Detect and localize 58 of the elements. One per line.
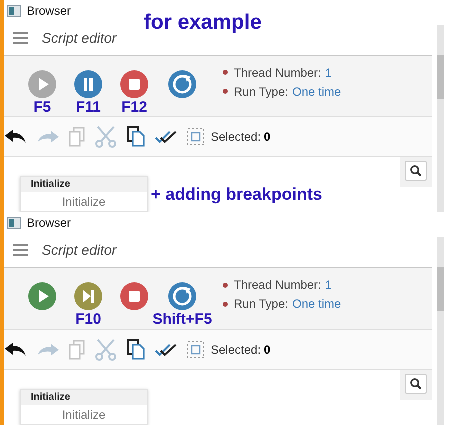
pause-button[interactable] [74, 70, 103, 99]
shortcut-annotation: F5 [34, 98, 52, 116]
selected-count: 0 [264, 130, 271, 144]
copy-icon[interactable] [127, 339, 145, 360]
menu-icon[interactable] [13, 32, 28, 44]
bullet-icon [223, 302, 228, 306]
node-card[interactable]: Initialize Initialize [20, 389, 148, 425]
selection-icon[interactable] [187, 340, 205, 358]
window-title: Browser [27, 216, 72, 230]
copy-icon[interactable] [127, 126, 145, 148]
selected-label: Selected: [211, 130, 262, 144]
window-title: Browser [27, 4, 72, 18]
search-icon [410, 165, 422, 177]
window-icon [7, 216, 21, 228]
stop-button[interactable] [120, 282, 149, 311]
scrollbar[interactable] [437, 25, 444, 212]
info-value: One time [292, 84, 342, 99]
selected-label: Selected: [211, 342, 262, 356]
search-button[interactable] [405, 161, 427, 181]
info-value: One time [292, 297, 342, 311]
info-label: Run Type: [234, 297, 288, 311]
node-label: Initialize [61, 194, 107, 211]
shortcut-annotation: F10 [76, 311, 102, 328]
info-value: 1 [325, 66, 332, 80]
shortcut-annotation: Shift+F5 [152, 311, 212, 328]
selection-icon[interactable] [187, 128, 205, 146]
double-check-icon[interactable] [155, 342, 177, 356]
info-label: Thread Number: [234, 66, 322, 80]
bullet-icon [223, 70, 228, 76]
menu-icon[interactable] [13, 244, 28, 256]
undo-icon[interactable] [5, 342, 27, 358]
node-label: Initialize [61, 407, 107, 424]
selected-count: 0 [264, 342, 271, 356]
double-check-icon[interactable] [155, 130, 177, 144]
header-title: Script editor [42, 242, 117, 258]
bullet-icon [223, 89, 228, 94]
bullet-icon [223, 282, 228, 288]
info-label: Run Type: [234, 84, 288, 99]
search-button[interactable] [405, 374, 427, 394]
step-button[interactable] [74, 282, 103, 311]
shortcut-annotation: F11 [76, 98, 102, 116]
node-header: Initialize [21, 390, 147, 405]
play-button[interactable] [28, 282, 57, 311]
undo-icon[interactable] [5, 128, 27, 145]
refresh-button[interactable] [168, 70, 197, 99]
node-header: Initialize [21, 177, 147, 192]
scrollbar[interactable] [437, 237, 444, 425]
stop-button[interactable] [120, 70, 149, 99]
annotation: + adding breakpoints [151, 185, 322, 205]
window-icon [7, 4, 21, 16]
node-card[interactable]: Initialize Initialize [20, 176, 148, 212]
info-value: 1 [325, 278, 332, 292]
info-label: Thread Number: [234, 278, 322, 292]
shortcut-annotation: F12 [122, 98, 148, 116]
search-icon [410, 378, 422, 390]
refresh-button[interactable] [168, 282, 197, 311]
header-title: Script editor [42, 30, 117, 46]
annotation: for example [144, 11, 262, 35]
